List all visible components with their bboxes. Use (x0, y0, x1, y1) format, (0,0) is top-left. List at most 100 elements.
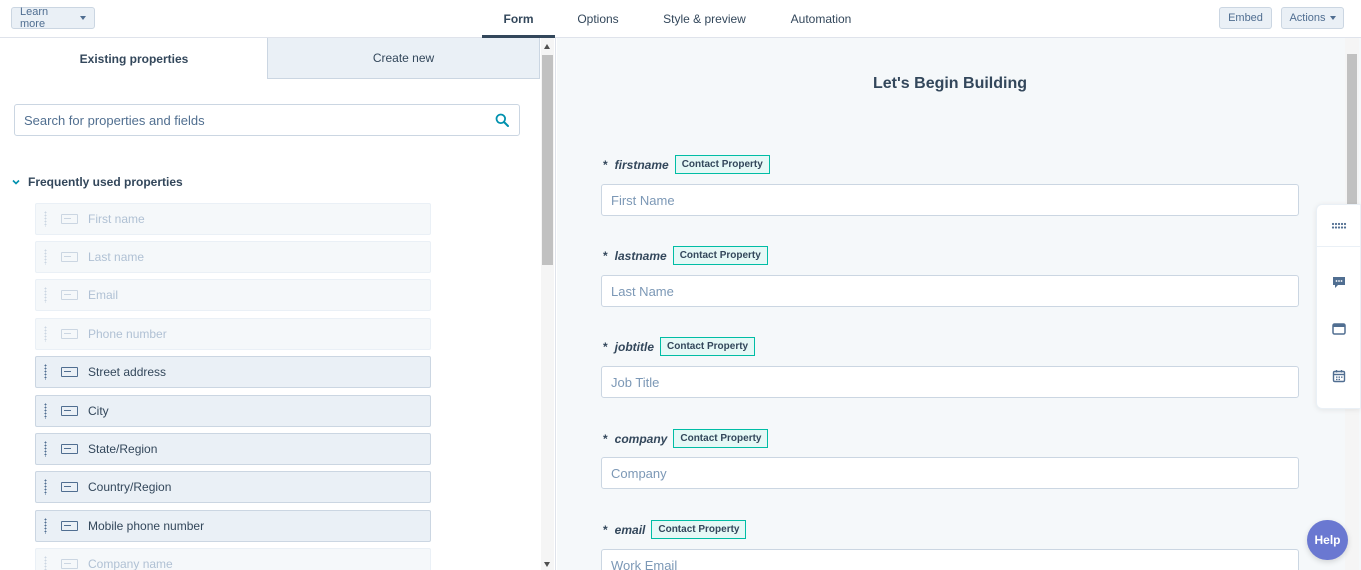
scroll-up-arrow-icon[interactable] (544, 44, 550, 49)
learn-more-dropdown[interactable]: Learn more (11, 6, 95, 30)
contact-property-badge: Contact Property (651, 520, 747, 539)
required-marker: * (603, 522, 608, 537)
learn-more-label: Learn more (20, 6, 49, 30)
tab-form[interactable]: Form (482, 0, 555, 38)
field-name: company (614, 431, 668, 446)
drag-handle-icon[interactable] (44, 403, 47, 419)
tab-options[interactable]: Options (566, 0, 630, 38)
property-label: Company name (88, 557, 173, 570)
property-item-company-name: Company name (35, 548, 431, 570)
chat-icon[interactable] (1331, 275, 1347, 289)
text-field-icon (61, 329, 78, 339)
field-name: jobtitle (614, 339, 654, 354)
embed-label: Embed (1228, 12, 1263, 24)
field-label-firstname[interactable]: * firstname Contact Property (603, 155, 770, 174)
text-field-icon (61, 521, 78, 531)
help-label: Help (1314, 533, 1341, 547)
field-label-lastname[interactable]: * lastname Contact Property (603, 246, 768, 265)
section-title: Frequently used properties (28, 175, 183, 189)
field-label-email[interactable]: * email Contact Property (603, 520, 747, 539)
property-search-input[interactable] (15, 105, 475, 135)
drag-handle-icon[interactable] (44, 518, 47, 534)
scrollbar-thumb[interactable] (542, 55, 553, 265)
text-field-icon (61, 214, 78, 224)
tab-existing-properties-label: Existing properties (79, 51, 189, 66)
field-label-jobtitle[interactable]: * jobtitle Contact Property (603, 337, 756, 356)
property-label: City (88, 404, 109, 418)
tab-form-label: Form (503, 12, 534, 26)
jobtitle-input[interactable] (601, 366, 1299, 398)
tab-create-new[interactable]: Create new (267, 38, 540, 79)
field-label-company[interactable]: * company Contact Property (603, 429, 769, 448)
contact-property-badge: Contact Property (672, 246, 768, 265)
tab-style-preview-label: Style & preview (663, 12, 746, 26)
property-label: First name (88, 212, 145, 226)
drag-handle-icon[interactable] (44, 364, 47, 380)
drag-handle-icon[interactable] (44, 441, 47, 457)
email-input[interactable] (601, 549, 1299, 570)
field-name: lastname (614, 248, 667, 263)
text-field-icon (61, 482, 78, 492)
property-item-mobile-phone-number[interactable]: Mobile phone number (35, 510, 431, 542)
tab-automation[interactable]: Automation (780, 0, 862, 38)
form-title: Let's Begin Building (872, 75, 1028, 92)
tab-existing-properties[interactable]: Existing properties (0, 38, 268, 79)
text-field-icon (61, 367, 78, 377)
help-button[interactable]: Help (1307, 520, 1348, 560)
text-field-icon (61, 252, 78, 262)
sidebar-scrollbar[interactable] (541, 38, 554, 570)
contact-property-badge: Contact Property (673, 429, 769, 448)
property-label: State/Region (88, 442, 158, 456)
caret-down-icon (80, 16, 86, 20)
field-name: email (614, 522, 646, 537)
actions-dropdown[interactable]: Actions (1281, 7, 1344, 29)
tab-options-label: Options (577, 12, 619, 26)
frequently-used-section-toggle[interactable]: Frequently used properties (11, 175, 183, 189)
grid-dots-icon[interactable] (1331, 219, 1347, 233)
property-label: Last name (88, 250, 145, 264)
lastname-input[interactable] (601, 275, 1299, 307)
property-item-first-name: First name (35, 203, 431, 235)
field-name: firstname (614, 157, 669, 172)
property-search (14, 104, 520, 136)
drag-handle-icon (44, 211, 47, 227)
chevron-down-icon (12, 179, 20, 185)
company-input[interactable] (601, 457, 1299, 489)
property-label: Phone number (88, 327, 167, 341)
property-item-city[interactable]: City (35, 395, 431, 427)
scrollbar-thumb[interactable] (1347, 54, 1357, 204)
toolbar-divider (1317, 246, 1361, 247)
required-marker: * (603, 157, 608, 172)
firstname-input[interactable] (601, 184, 1299, 216)
contact-property-badge: Contact Property (660, 337, 756, 356)
text-field-icon (61, 406, 78, 416)
properties-sidebar: Existing properties Create new Frequentl… (0, 38, 556, 570)
drag-handle-icon (44, 249, 47, 265)
property-label: Street address (88, 365, 167, 379)
embed-button[interactable]: Embed (1219, 7, 1272, 29)
property-item-last-name: Last name (35, 241, 431, 273)
property-item-phone-number: Phone number (35, 318, 431, 350)
caret-down-icon (1329, 16, 1336, 20)
window-icon[interactable] (1331, 322, 1347, 336)
scroll-down-arrow-icon[interactable] (544, 562, 550, 567)
drag-handle-icon[interactable] (44, 479, 47, 495)
property-label: Country/Region (88, 480, 172, 494)
property-item-country-region[interactable]: Country/Region (35, 471, 431, 503)
form-editor-canvas: Let's Begin Building * firstname Contact… (557, 38, 1361, 570)
tab-style-preview[interactable]: Style & preview (652, 0, 757, 38)
actions-label: Actions (1289, 12, 1326, 24)
property-item-state-region[interactable]: State/Region (35, 433, 431, 465)
search-icon[interactable] (495, 113, 509, 127)
tab-automation-label: Automation (790, 12, 852, 26)
property-item-street-address[interactable]: Street address (35, 356, 431, 388)
text-field-icon (61, 559, 78, 569)
drag-handle-icon (44, 326, 47, 342)
drag-handle-icon (44, 287, 47, 303)
text-field-icon (61, 444, 78, 454)
property-label: Email (88, 288, 119, 302)
tab-create-new-label: Create new (372, 51, 435, 65)
floating-side-toolbar (1316, 204, 1361, 409)
calendar-icon[interactable] (1331, 369, 1347, 383)
text-field-icon (61, 290, 78, 300)
